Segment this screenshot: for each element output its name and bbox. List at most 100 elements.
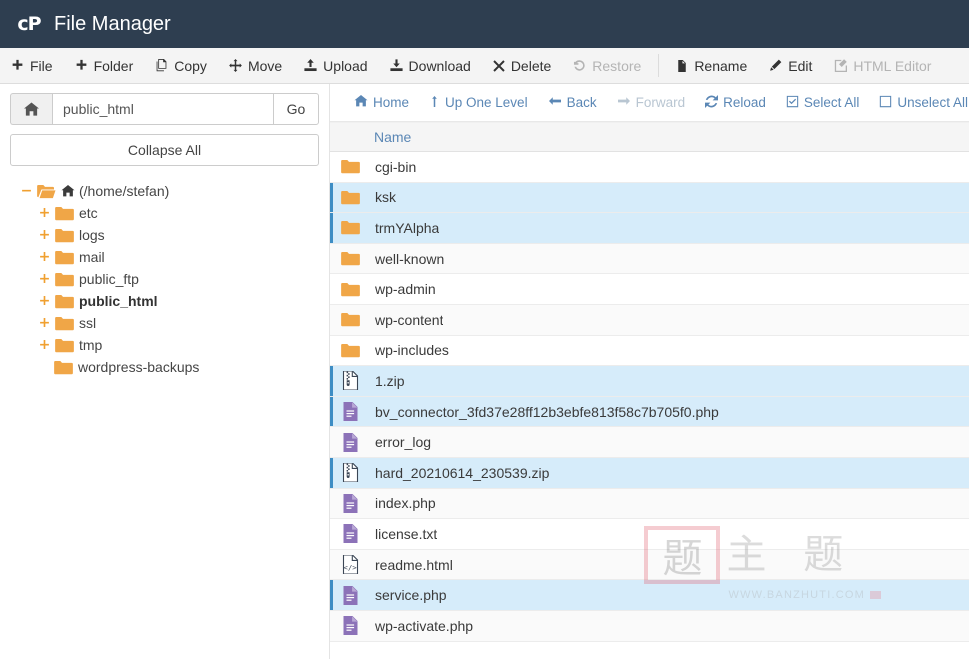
download-button[interactable]: Download	[379, 48, 482, 83]
table-row[interactable]: </> readme.html	[330, 549, 969, 581]
tree-node-tmp[interactable]: + tmp	[10, 334, 319, 356]
tree-node-ssl[interactable]: + ssl	[10, 312, 319, 334]
button-label: Download	[408, 57, 471, 74]
copy-button[interactable]: Copy	[144, 48, 218, 83]
table-row[interactable]: hard_20210614_230539.zip	[330, 457, 969, 489]
button-label: HTML Editor	[853, 57, 932, 74]
directory-tree: − (/home/stefan) + etc + logs + mail + public_ftp…	[10, 180, 319, 378]
button-label: Up One Level	[445, 95, 528, 110]
delete-button[interactable]: Delete	[482, 48, 562, 83]
button-label: Upload	[323, 57, 368, 74]
column-header-name[interactable]: Name	[374, 129, 411, 145]
path-home-icon[interactable]	[10, 93, 52, 125]
file-name: trmYAlpha	[375, 219, 440, 236]
php-file-icon	[337, 616, 363, 636]
move-button[interactable]: Move	[218, 48, 293, 83]
tree-toggle-icon[interactable]: +	[38, 205, 51, 221]
table-row[interactable]: license.txt	[330, 519, 969, 550]
path-bar: Go	[10, 93, 319, 125]
folder-button[interactable]: Folder	[64, 48, 145, 83]
tree-node-logs[interactable]: + logs	[10, 224, 319, 246]
upload-button[interactable]: Upload	[293, 48, 378, 83]
tree-toggle-icon[interactable]: +	[38, 227, 51, 243]
tree-toggle-icon[interactable]: +	[38, 293, 51, 309]
rename-button[interactable]: Rename	[665, 48, 758, 83]
file-name: index.php	[375, 495, 436, 512]
table-row[interactable]: trmYAlpha	[330, 213, 969, 244]
folder-icon	[54, 360, 73, 375]
table-row[interactable]: cgi-bin	[330, 152, 969, 183]
html-editor-button: HTML Editor	[823, 48, 942, 83]
table-row[interactable]: wp-includes	[330, 335, 969, 367]
action-toolbar-group-secondary: Rename Edit HTML Editor	[665, 48, 942, 83]
unselect-all-button[interactable]: Unselect All	[869, 95, 969, 111]
tree-toggle-icon[interactable]: +	[38, 337, 51, 353]
table-row[interactable]: ksk	[330, 182, 969, 214]
file-button[interactable]: File	[0, 48, 64, 83]
path-input[interactable]	[52, 93, 273, 125]
plus-icon	[75, 59, 88, 72]
page-title: File Manager	[54, 12, 171, 35]
file-list: cgi-bin ksk trmYAlpha well-known wp-admin wp-…	[330, 152, 969, 642]
tree-toggle-icon[interactable]: −	[20, 183, 33, 199]
file-name: bv_connector_3fd37e28ff12b3ebfe813f58c7b…	[375, 403, 719, 420]
select-all-button[interactable]: Select All	[776, 95, 870, 111]
copy-icon	[155, 59, 168, 72]
reload-icon	[705, 94, 719, 111]
table-row[interactable]: service.php	[330, 580, 969, 611]
forward-button: Forward	[607, 95, 696, 110]
tree-node-public_ftp[interactable]: + public_ftp	[10, 268, 319, 290]
arrow-left-icon	[548, 95, 562, 110]
action-toolbar: File Folder Copy Move Upload Download Delete Re…	[0, 48, 969, 84]
collapse-all-button[interactable]: Collapse All	[10, 134, 319, 166]
tree-toggle-icon[interactable]: +	[38, 271, 51, 287]
tree-node-label: public_html	[79, 293, 158, 309]
back-button[interactable]: Back	[538, 95, 607, 110]
folder-icon	[55, 316, 74, 331]
table-row[interactable]: index.php	[330, 488, 969, 520]
up-one-level-button[interactable]: Up One Level	[419, 95, 538, 111]
home-button[interactable]: Home	[344, 94, 419, 111]
tree-node-wordpress-backups[interactable]: wordpress-backups	[10, 356, 319, 378]
folder-icon	[337, 343, 363, 358]
edit-button[interactable]: Edit	[758, 48, 823, 83]
button-label: Rename	[694, 57, 748, 74]
home-icon	[354, 94, 368, 111]
zip-file-icon	[337, 371, 363, 391]
table-row[interactable]: wp-content	[330, 304, 969, 336]
cpanel-logo-icon: cP	[17, 13, 41, 35]
tree-toggle-icon[interactable]: +	[38, 315, 51, 331]
file-name: wp-includes	[375, 342, 449, 359]
file-name: wp-content	[375, 311, 444, 328]
table-row[interactable]: bv_connector_3fd37e28ff12b3ebfe813f58c7b…	[330, 396, 969, 428]
action-toolbar-group-primary: File Folder Copy Move Upload Download Delete Re…	[0, 48, 652, 83]
tree-node-etc[interactable]: + etc	[10, 202, 319, 224]
restore-icon	[573, 59, 586, 72]
html-file-icon: </>	[337, 555, 363, 575]
table-row[interactable]: error_log	[330, 427, 969, 458]
file-name: readme.html	[375, 556, 453, 573]
empty-box-icon	[879, 95, 892, 111]
go-button[interactable]: Go	[273, 93, 319, 125]
file-table-wrapper: Name cgi-bin ksk trmYAlpha well-known wp-adm…	[330, 122, 969, 659]
button-label: Forward	[635, 95, 686, 110]
table-row[interactable]: wp-activate.php	[330, 610, 969, 642]
button-label: Delete	[510, 57, 552, 74]
reload-button[interactable]: Reload	[695, 94, 776, 111]
app-header: cP File Manager	[0, 0, 969, 48]
tree-toggle-icon[interactable]: +	[38, 249, 51, 265]
table-row[interactable]: well-known	[330, 243, 969, 275]
table-row[interactable]: wp-admin	[330, 274, 969, 305]
html-editor-icon	[834, 59, 848, 72]
tree-node-public_html[interactable]: + public_html	[10, 290, 319, 312]
tree-node-label: ssl	[79, 315, 97, 331]
toolbar-divider	[658, 54, 660, 77]
tree-node-homestefan[interactable]: − (/home/stefan)	[10, 180, 319, 202]
tree-node-label: tmp	[79, 337, 103, 353]
tree-node-mail[interactable]: + mail	[10, 246, 319, 268]
table-row[interactable]: 1.zip	[330, 366, 969, 397]
folder-icon	[337, 312, 363, 327]
file-name: wp-activate.php	[375, 617, 474, 634]
arrow-up-icon	[429, 95, 440, 111]
button-label: Edit	[788, 57, 813, 74]
